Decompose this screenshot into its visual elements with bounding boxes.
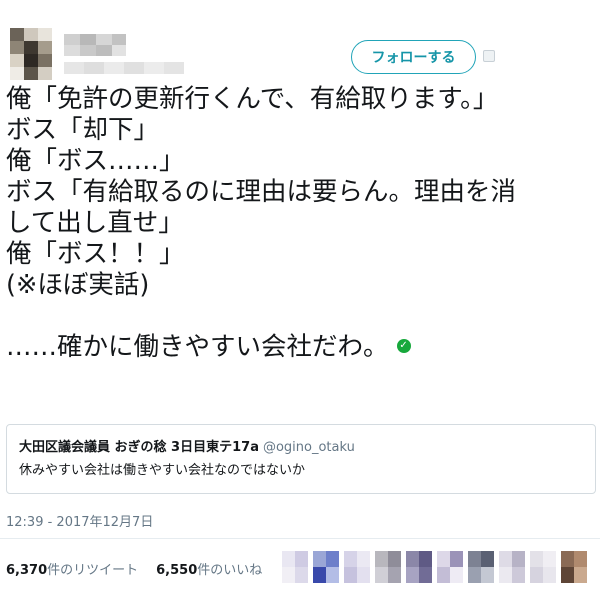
liker-avatar[interactable] [499,551,525,583]
avatar[interactable] [10,28,52,80]
tweet-line: (※ほぼ実話) [6,270,150,300]
like-count: 6,550 [156,563,198,578]
tweet-line: ボス「却下」 [6,115,160,145]
quoted-tweet[interactable]: 大田区議会議員 おぎの稔 3日目東テ17a @ogino_otaku 休みやすい会… [6,424,596,494]
quote-text: 休みやすい会社は働きやすい会社なのではないか [19,463,306,478]
retweet-count: 6,370 [6,563,48,578]
check-circle-icon: ✓ [396,339,411,353]
tweet-text: 俺「免許の更新行くんで、有給取ります。」 ボス「却下」 俺「ボス……」 ボス「有… [6,84,596,363]
tweet-stats: 6,370件のリツイート 6,550件のいいね [6,559,262,578]
handle-redacted[interactable] [64,62,184,74]
tweet-line: 俺「ボス……」 [6,146,185,176]
tweet-line: して出し直せ」 [6,208,184,238]
retweet-stat[interactable]: 6,370件のリツイート [6,563,156,578]
quote-author: 大田区議会議員 おぎの稔 3日目東テ17a @ogino_otaku [19,439,583,457]
liker-avatar[interactable] [282,551,308,583]
quote-author-name: 大田区議会議員 おぎの稔 3日目東テ17a [19,440,259,455]
tweet-page: フォローする 俺「免許の更新行くんで、有給取ります。」 ボス「却下」 俺「ボス…… [0,0,600,600]
more-options-icon[interactable] [483,50,495,62]
tweet-line: ボス「有給取るのに理由は要らん。理由を消 [6,177,517,207]
tweet-line-last: ……確かに働きやすい会社だわ。 ✓ [6,332,596,363]
liker-avatar[interactable] [344,551,370,583]
liker-avatar[interactable] [530,551,556,583]
liker-avatar[interactable] [437,551,463,583]
tweet-line: ……確かに働きやすい会社だわ。 [6,332,389,362]
tweet-line: 俺「免許の更新行くんで、有給取ります。」 [6,84,499,114]
liker-avatar[interactable] [375,551,401,583]
retweet-label: 件のリツイート [47,563,139,578]
like-stat[interactable]: 6,550件のいいね [156,563,262,578]
liker-avatar[interactable] [406,551,432,583]
liker-avatar[interactable] [313,551,339,583]
display-name-redacted[interactable] [64,34,126,56]
quote-author-handle: @ogino_otaku [262,440,355,455]
divider [0,538,600,539]
timestamp[interactable]: 12:39 - 2017年12月7日 [6,511,153,530]
liker-avatar[interactable] [468,551,494,583]
tweet-line: 俺「ボス！！」 [6,239,185,269]
follow-button[interactable]: フォローする [351,40,476,74]
like-label: 件のいいね [197,563,263,578]
liker-avatars [282,547,597,587]
liker-avatar[interactable] [561,551,587,583]
